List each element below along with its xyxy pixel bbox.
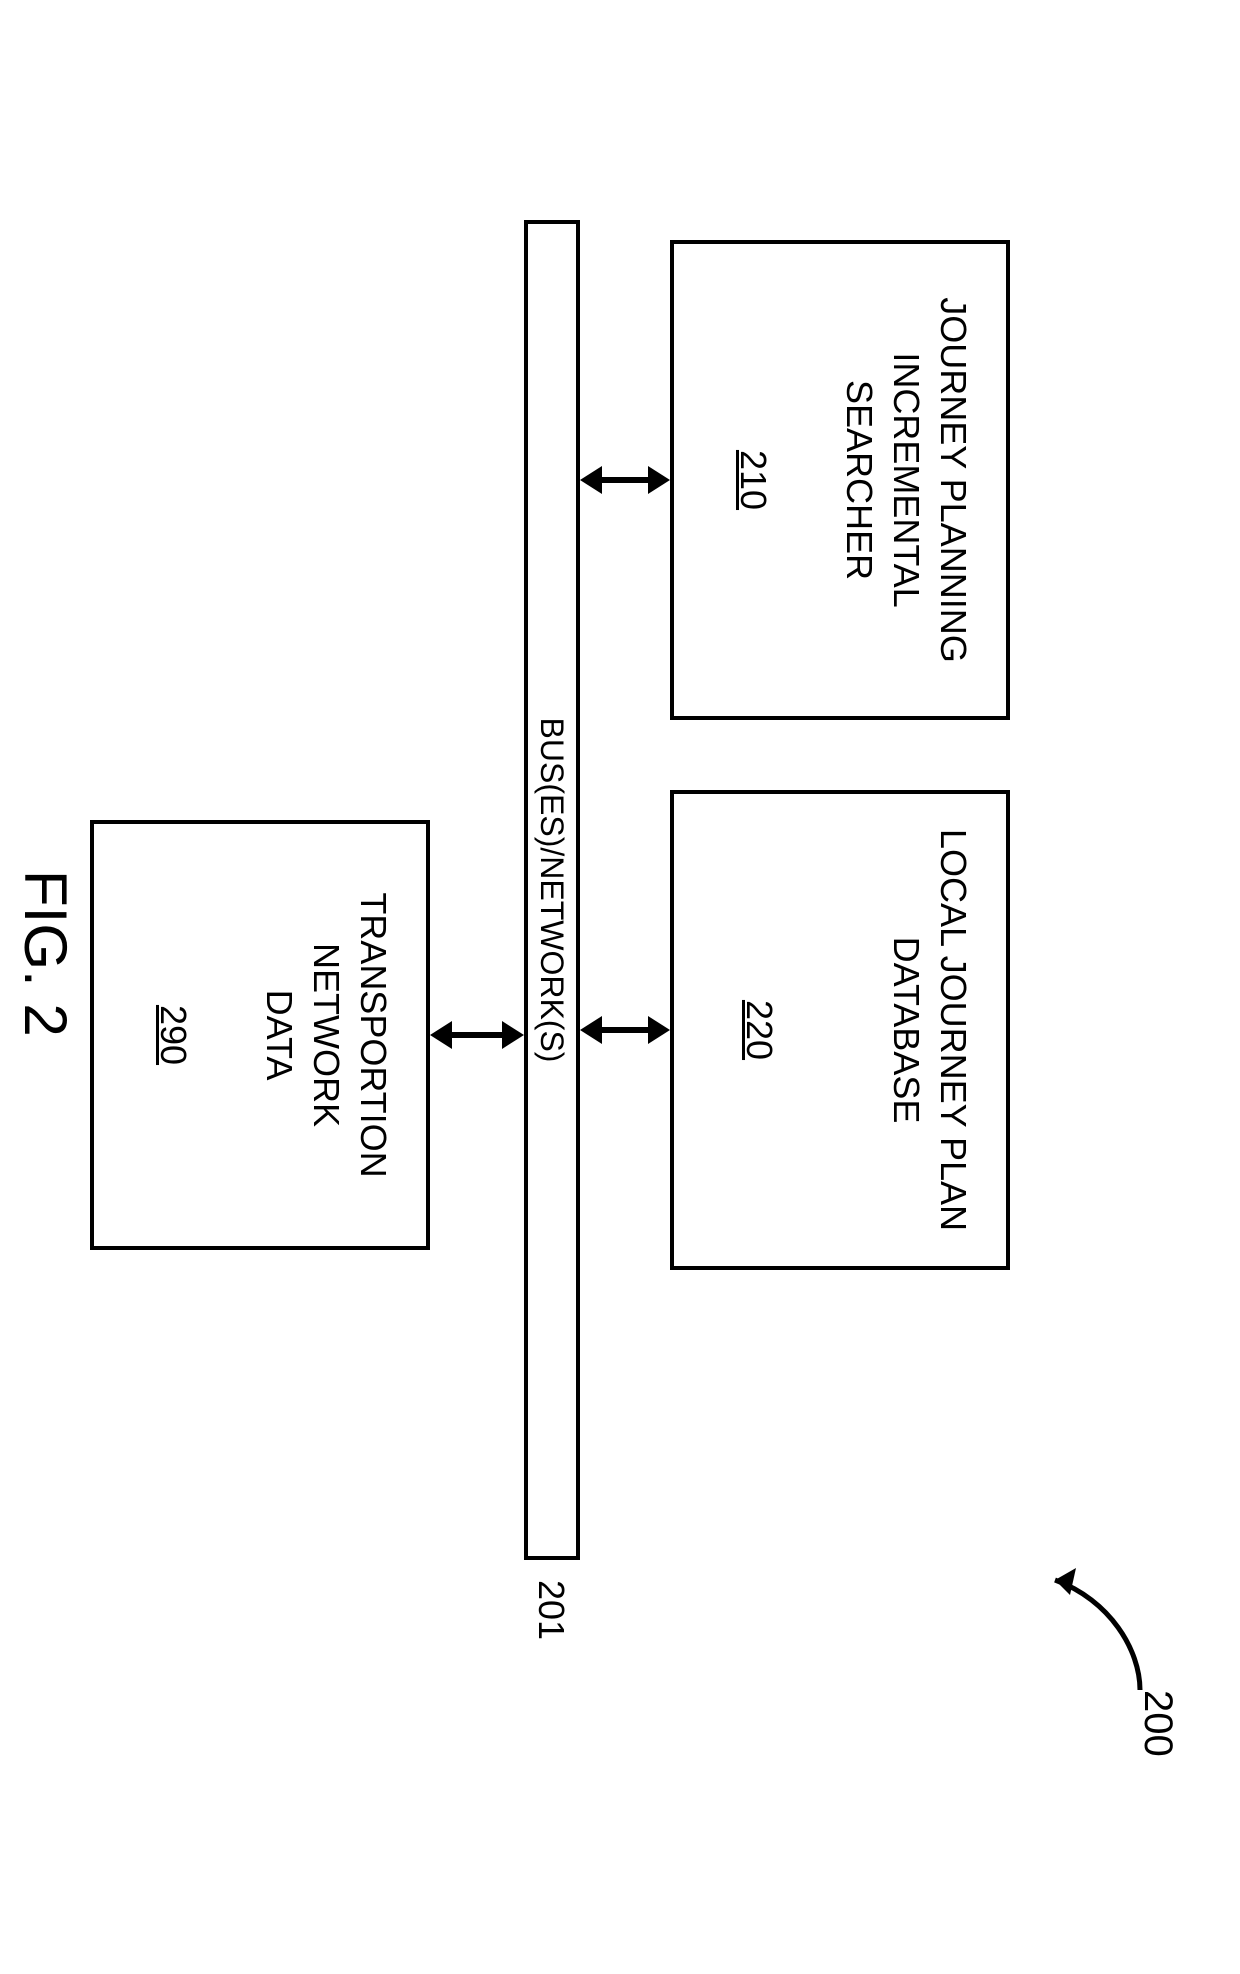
title-line: INCREMENTAL (882, 297, 929, 662)
block-title: JOURNEY PLANNING INCREMENTAL SEARCHER (836, 297, 976, 662)
title-line: DATA (256, 892, 303, 1177)
figure-reference-number: 200 (1135, 1690, 1180, 1757)
block-reference-number: 220 (736, 1000, 783, 1060)
block-transportation-network-data: TRANSPORTION NETWORK DATA 290 (90, 820, 430, 1250)
title-line: JOURNEY PLANNING (929, 297, 976, 662)
block-reference-number: 210 (729, 450, 776, 510)
title-line: TRANSPORTION (349, 892, 396, 1177)
bus-networks-bar: BUS(ES)/NETWORK(S) (524, 220, 580, 1560)
figure-reference-leader (1030, 1540, 1150, 1700)
bus-label: BUS(ES)/NETWORK(S) (534, 718, 571, 1063)
title-line: DATABASE (882, 829, 929, 1231)
block-title: LOCAL JOURNEY PLAN DATABASE (882, 829, 976, 1231)
title-line: SEARCHER (836, 297, 883, 662)
block-journey-planning-incremental-searcher: JOURNEY PLANNING INCREMENTAL SEARCHER 21… (670, 240, 1010, 720)
block-local-journey-plan-database: LOCAL JOURNEY PLAN DATABASE 220 (670, 790, 1010, 1270)
diagram-stage: 200 JOURNEY PLANNING INCREMENTAL SEARCHE… (0, 0, 1240, 1974)
diagram-canvas: 200 JOURNEY PLANNING INCREMENTAL SEARCHE… (0, 0, 1240, 1240)
bus-reference-number: 201 (530, 1580, 572, 1640)
title-line: LOCAL JOURNEY PLAN (929, 829, 976, 1231)
title-line: NETWORK (302, 892, 349, 1177)
block-title: TRANSPORTION NETWORK DATA (256, 892, 396, 1177)
figure-caption: FIG. 2 (11, 870, 80, 1037)
block-reference-number: 290 (149, 1005, 196, 1065)
